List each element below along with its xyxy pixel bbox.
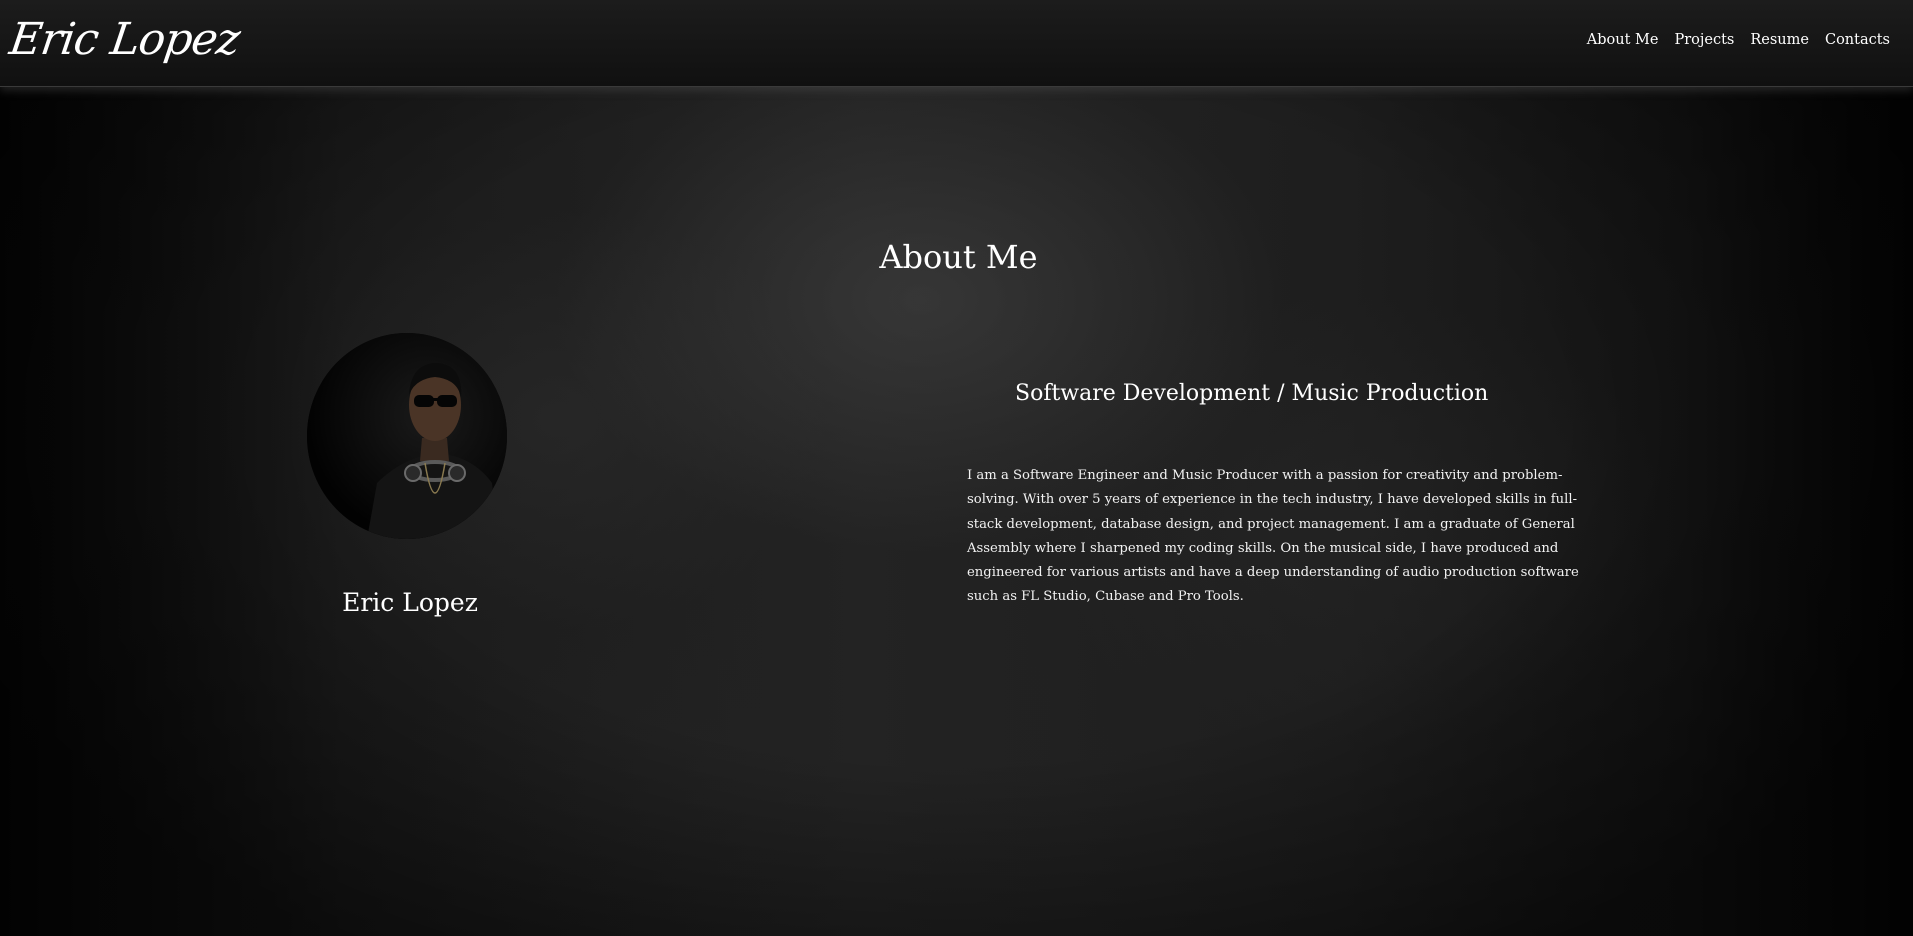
section-subtitle: Software Development / Music Production [1015,381,1489,406]
nav-link-about-me[interactable]: About Me [1587,32,1659,48]
profile-photo-illustration [307,333,507,539]
nav-link-resume[interactable]: Resume [1750,32,1809,48]
nav-link-contacts[interactable]: Contacts [1825,32,1890,48]
brand-logo[interactable]: Eric Lopez [6,14,242,65]
profile-name: Eric Lopez [342,588,478,617]
navbar: Eric Lopez About Me Projects Resume Cont… [0,0,1913,87]
nav-menu: About Me Projects Resume Contacts [1587,32,1890,48]
profile-photo [307,333,507,539]
nav-link-projects[interactable]: Projects [1674,32,1734,48]
background-vignette [0,0,1913,936]
page-title: About Me [879,238,1038,276]
bio-paragraph: I am a Software Engineer and Music Produ… [967,468,1579,605]
